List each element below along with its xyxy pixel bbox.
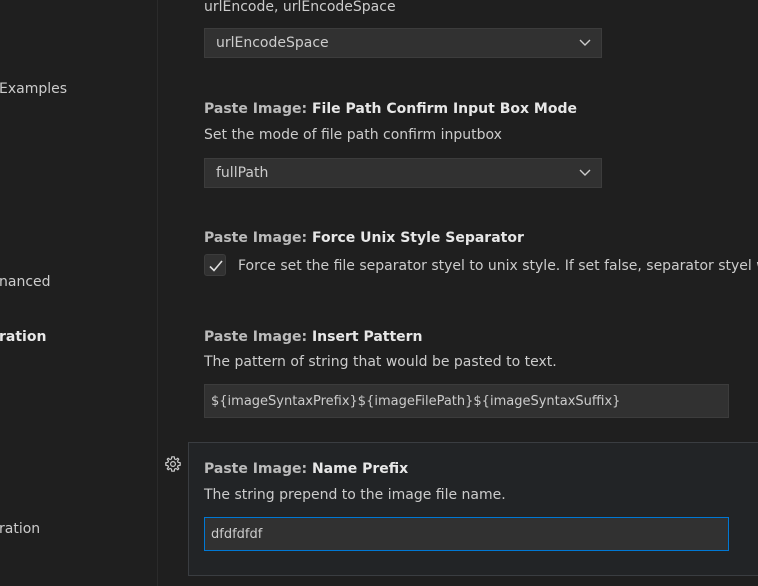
check-icon	[209, 260, 223, 272]
toc-item-configuration[interactable]: ration	[0, 520, 40, 538]
gear-icon[interactable]	[164, 455, 182, 473]
setting-title: Paste Image: Name Prefix	[204, 461, 409, 477]
chevron-down-icon	[579, 39, 591, 46]
chevron-down-icon	[579, 169, 591, 176]
setting-confirm-mode: Paste Image: File Path Confirm Input Box…	[204, 99, 758, 188]
setting-description: The string prepend to the image file nam…	[204, 487, 506, 503]
toc-item-examples[interactable]: Examples	[0, 80, 67, 98]
toc-item-enhanced[interactable]: nanced	[0, 273, 51, 291]
setting-insert-pattern: Paste Image: Insert Pattern The pattern …	[204, 327, 758, 418]
select-value: fullPath	[216, 165, 269, 181]
encode-path-select[interactable]: urlEncodeSpace	[204, 28, 602, 58]
setting-description: Set the mode of file path confirm inputb…	[204, 127, 502, 143]
insert-pattern-input[interactable]	[204, 384, 729, 418]
settings-toc-sidebar: Examples nanced ration ration	[0, 0, 158, 586]
toc-item-configuration-active[interactable]: ration	[0, 328, 46, 346]
select-value: urlEncodeSpace	[216, 35, 329, 51]
checkbox-label: Force set the file separator styel to un…	[238, 258, 758, 274]
setting-title: Paste Image: File Path Confirm Input Box…	[204, 101, 577, 117]
setting-description: The pattern of string that would be past…	[204, 354, 557, 370]
setting-unix-separator: Paste Image: Force Unix Style Separator …	[204, 228, 758, 276]
settings-editor: urlEncode, urlEncodeSpace urlEncodeSpace…	[158, 0, 758, 586]
unix-separator-checkbox[interactable]	[204, 254, 226, 276]
name-prefix-input[interactable]	[204, 517, 729, 551]
setting-description: urlEncode, urlEncodeSpace	[204, 0, 396, 15]
setting-title: Paste Image: Force Unix Style Separator	[204, 230, 524, 246]
confirm-mode-select[interactable]: fullPath	[204, 158, 602, 188]
setting-encode-path: urlEncode, urlEncodeSpace urlEncodeSpace	[204, 0, 758, 58]
setting-title: Paste Image: Insert Pattern	[204, 329, 423, 345]
setting-name-prefix: Paste Image: Name Prefix The string prep…	[204, 459, 758, 551]
